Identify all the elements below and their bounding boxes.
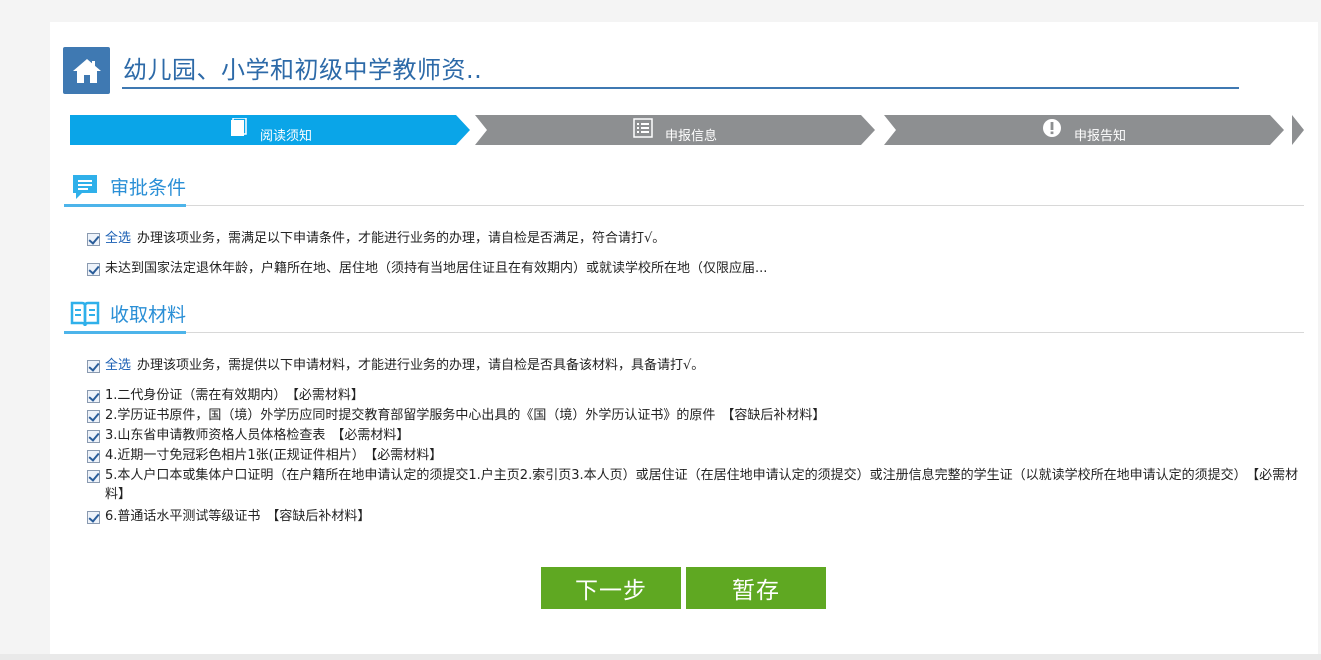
material-checkbox[interactable] [87,390,100,403]
condition-text: 未达到国家法定退休年龄，户籍所在地、居住地（须持有当地居住证且在有效期内）或就读… [105,261,768,276]
open-book-icon [70,299,100,333]
material-tag: 【容缺后补材料】 [266,509,371,524]
select-all-checkbox[interactable] [87,360,100,373]
materials-section-header: 收取材料 [64,297,1304,334]
title-divider [122,87,1239,89]
section-title: 审批条件 [110,177,187,199]
list-item: 6.普通话水平测试等级证书 【容缺后补材料】 [87,507,370,526]
chat-icon [70,172,100,206]
list-item: 1.二代身份证（需在有效期内） 【必需材料】 [87,386,364,405]
material-text: 2.学历证书原件，国（境）外学历应同时提交教育部留学服务中心出具的《国（境）外学… [105,408,716,423]
material-checkbox[interactable] [87,511,100,524]
select-all-checkbox[interactable] [87,233,100,246]
select-all-link[interactable]: 全选 [105,229,131,248]
list-item: 5.本人户口本或集体户口证明（在户籍所在地申请认定的须提交1.户主页2.索引页3… [87,466,1307,504]
step-label: 申报告知 [1073,128,1126,144]
materials-select-all-row: 全选 办理该项业务，需提供以下申请材料，才能进行业务的办理，请自检是否具备该材料… [87,356,704,375]
step-read-notice[interactable]: 阅读须知 [70,115,470,145]
material-tag: 【必需材料】 [292,388,364,403]
section-underline [64,331,186,334]
step-end-marker [1292,115,1304,149]
page-title: 幼儿园、小学和初级中学教师资.. [123,56,483,84]
material-text: 5.本人户口本或集体户口证明（在户籍所在地申请认定的须提交1.户主页2.索引页3… [105,468,1247,483]
main-panel: 幼儿园、小学和初级中学教师资.. 阅读须知 申报信息 申报告知 审批条件 全选 … [50,22,1318,654]
book-icon [228,117,248,142]
list-item: 4.近期一寸免冠彩色相片1张(正规证件相片） 【必需材料】 [87,446,442,465]
material-checkbox[interactable] [87,450,100,463]
list-item: 未达到国家法定退休年龄，户籍所在地、居住地（须持有当地居住证且在有效期内）或就读… [87,259,767,278]
list-item: 2.学历证书原件，国（境）外学历应同时提交教育部留学服务中心出具的《国（境）外学… [87,406,825,425]
list-item: 3.山东省申请教师资格人员体格检查表 【必需材料】 [87,426,409,445]
condition-checkbox[interactable] [87,263,100,276]
material-text: 4.近期一寸免冠彩色相片1张(正规证件相片） [105,448,365,463]
section-title: 收取材料 [110,304,187,326]
conditions-select-all-row: 全选 办理该项业务，需满足以下申请条件，才能进行业务的办理，请自检是否满足，符合… [87,229,665,248]
material-text: 1.二代身份证（需在有效期内） [105,388,287,403]
next-step-button[interactable]: 下一步 [541,567,681,609]
step-label: 申报信息 [664,128,717,144]
save-draft-button[interactable]: 暂存 [686,567,826,609]
material-text: 6.普通话水平测试等级证书 [105,509,261,524]
material-tag: 【必需材料】 [331,428,410,443]
section-underline [64,204,186,207]
material-text: 3.山东省申请教师资格人员体格检查表 [105,428,326,443]
step-label: 阅读须知 [259,128,312,144]
exclamation-icon [1042,118,1062,142]
home-icon[interactable] [63,47,110,94]
step-apply-notice[interactable]: 申报告知 [884,115,1284,145]
material-checkbox[interactable] [87,470,100,483]
material-tag: 【容缺后补材料】 [721,408,826,423]
conditions-section-header: 审批条件 [64,170,1304,207]
material-checkbox[interactable] [87,410,100,423]
progress-steps: 阅读须知 申报信息 申报告知 [70,115,1304,145]
material-tag: 【必需材料】 [370,448,443,463]
list-icon [633,118,653,142]
step-apply-info[interactable]: 申报信息 [475,115,875,145]
page-bottom-border [0,654,1321,660]
conditions-intro: 办理该项业务，需满足以下申请条件，才能进行业务的办理，请自检是否满足，符合请打√… [137,231,666,246]
materials-intro: 办理该项业务，需提供以下申请材料，才能进行业务的办理，请自检是否具备该材料，具备… [137,358,705,373]
material-checkbox[interactable] [87,430,100,443]
select-all-link[interactable]: 全选 [105,356,131,375]
